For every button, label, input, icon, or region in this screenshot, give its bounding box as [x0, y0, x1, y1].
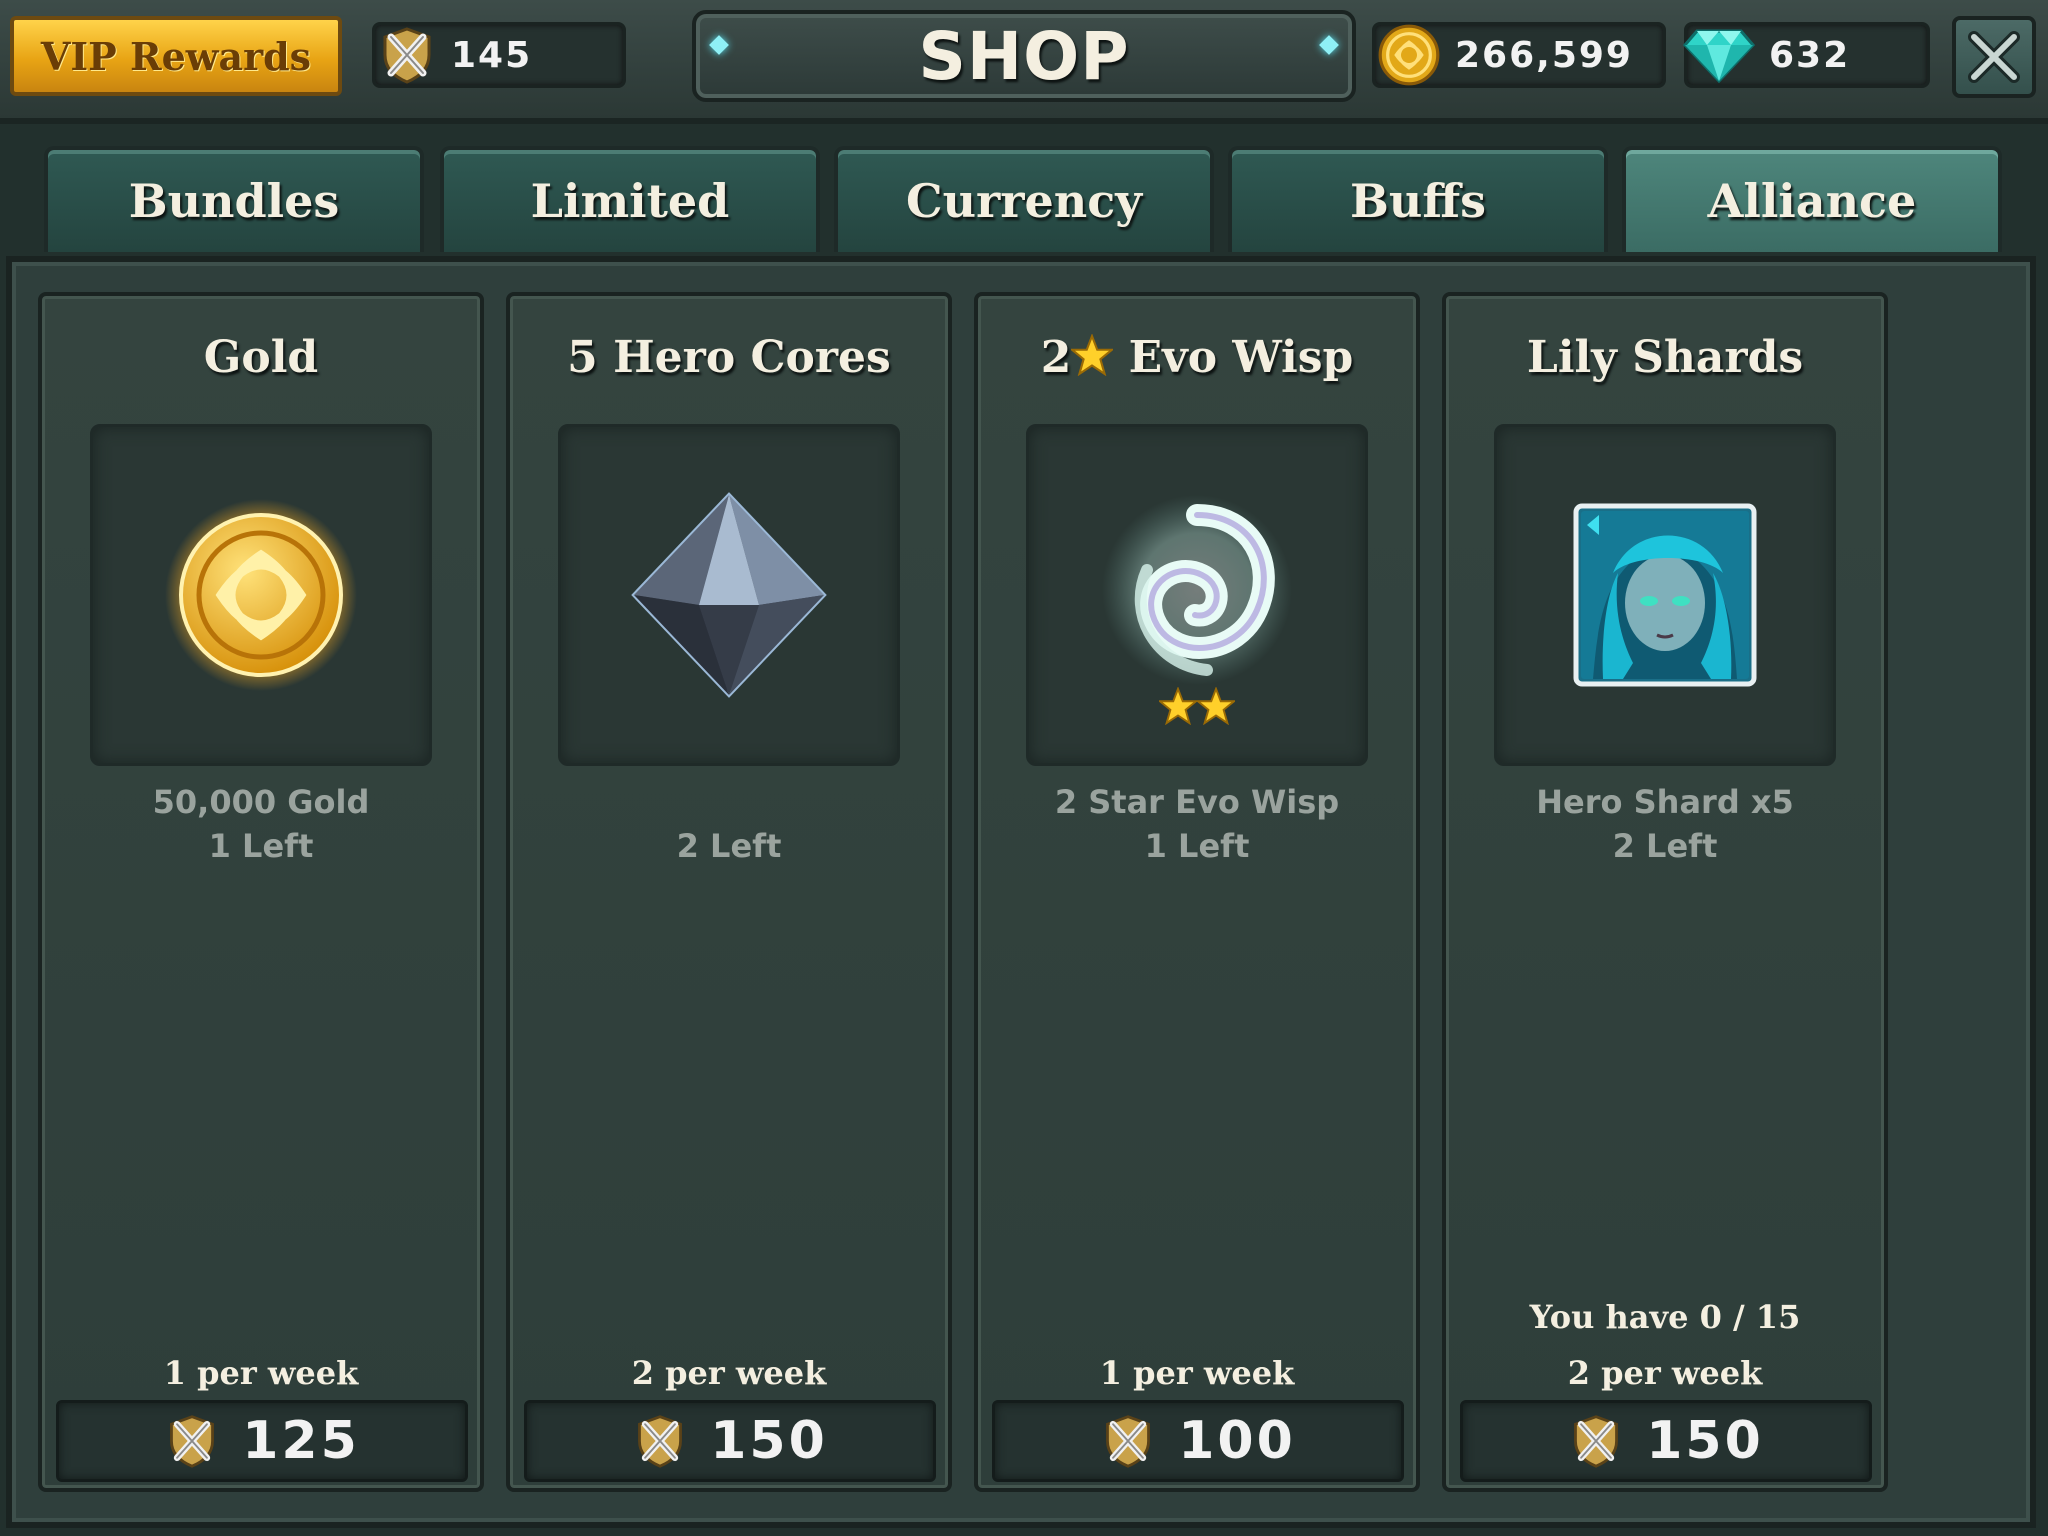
alliance-token-icon: [1100, 1413, 1156, 1469]
close-button[interactable]: [1952, 16, 2036, 98]
shard-progress: You have 0 / 15: [1529, 1298, 1801, 1336]
alliance-token-icon: [164, 1413, 220, 1469]
tab-limited[interactable]: Limited: [440, 146, 820, 252]
gold-value: 266,599: [1455, 34, 1633, 76]
evo-wisp-icon: [1102, 495, 1292, 685]
gem-counter: 632: [1683, 22, 1930, 88]
tab-buffs[interactable]: Buffs: [1228, 146, 1608, 252]
item-title: 5 Hero Cores: [567, 332, 891, 383]
item-quantity: Hero Shard x5: [1536, 783, 1794, 821]
star-icon: [1071, 334, 1113, 376]
top-bar: VIP Rewards 145 SHOP 266,599 632: [0, 0, 2048, 124]
item-title: Lily Shards: [1526, 332, 1804, 383]
item-purchase-limit: 1 per week: [1099, 1354, 1295, 1392]
star-icon: [1159, 687, 1197, 725]
buy-button[interactable]: 125: [56, 1400, 468, 1482]
shop-item-card[interactable]: 2 Evo Wisp 2 Star Evo Wisp 1 Left 1 per …: [974, 292, 1420, 1492]
item-title-star-count: 2: [1040, 332, 1072, 383]
hero-core-icon: [631, 492, 827, 698]
item-description: 2 Star Evo Wisp 1 Left: [978, 780, 1416, 868]
alliance-token-icon: [377, 25, 437, 85]
tab-bundles[interactable]: Bundles: [44, 146, 424, 252]
buy-button[interactable]: 150: [524, 1400, 936, 1482]
item-image-frame: [1494, 424, 1836, 766]
item-quantity: 50,000 Gold: [152, 783, 370, 821]
gem-value: 632: [1769, 34, 1851, 76]
item-description: Hero Shard x5 2 Left: [1446, 780, 1884, 868]
alliance-token-counter: 145: [372, 22, 626, 88]
item-image-frame: [90, 424, 432, 766]
gold-counter: 266,599: [1372, 22, 1666, 88]
buy-button[interactable]: 150: [1460, 1400, 1872, 1482]
shop-item-card[interactable]: Lily Shards Hero Shard x5 2 Left You hav…: [1442, 292, 1888, 1492]
item-image-frame: [558, 424, 900, 766]
hero-portrait-icon: [1573, 503, 1757, 687]
page-title: SHOP: [918, 17, 1130, 95]
rarity-stars: [1029, 687, 1365, 729]
item-stock-left: 2 Left: [1612, 827, 1718, 865]
item-title: 2 Evo Wisp: [978, 332, 1416, 383]
tab-currency[interactable]: Currency: [834, 146, 1214, 252]
price-value: 100: [1178, 1411, 1296, 1471]
vip-rewards-button[interactable]: VIP Rewards: [10, 16, 342, 96]
item-purchase-limit: 2 per week: [1567, 1354, 1763, 1392]
price-value: 125: [242, 1411, 360, 1471]
item-stock-left: 1 Left: [1144, 827, 1250, 865]
price-value: 150: [710, 1411, 828, 1471]
item-purchase-limit: 1 per week: [163, 1354, 359, 1392]
tab-alliance[interactable]: Alliance: [1622, 146, 2002, 252]
item-title: Gold: [203, 332, 319, 383]
item-stock-left: 1 Left: [208, 827, 314, 865]
item-description: 2 Left: [510, 780, 948, 868]
shop-item-card[interactable]: Gold 50,000 Gold 1 Left 1 per week 125: [38, 292, 484, 1492]
star-icon: [1197, 687, 1235, 725]
item-title-name: Evo Wisp: [1113, 332, 1354, 383]
buy-button[interactable]: 100: [992, 1400, 1404, 1482]
gold-coin-icon: [165, 499, 357, 691]
price-value: 150: [1646, 1411, 1764, 1471]
shop-title-plate: SHOP: [692, 10, 1356, 102]
diamond-gem-icon: [1683, 29, 1755, 83]
gold-coin-icon: [1377, 23, 1441, 87]
close-icon: [1968, 31, 2020, 83]
alliance-token-icon: [632, 1413, 688, 1469]
item-description: 50,000 Gold 1 Left: [42, 780, 480, 868]
alliance-token-value: 145: [451, 34, 533, 76]
alliance-token-icon: [1568, 1413, 1624, 1469]
shop-item-card[interactable]: 5 Hero Cores 2 Left 2 per week 150: [506, 292, 952, 1492]
item-stock-left: 2 Left: [676, 827, 782, 865]
item-image-frame: [1026, 424, 1368, 766]
item-quantity: 2 Star Evo Wisp: [1054, 783, 1340, 821]
item-purchase-limit: 2 per week: [631, 1354, 827, 1392]
item-quantity: [510, 780, 948, 824]
